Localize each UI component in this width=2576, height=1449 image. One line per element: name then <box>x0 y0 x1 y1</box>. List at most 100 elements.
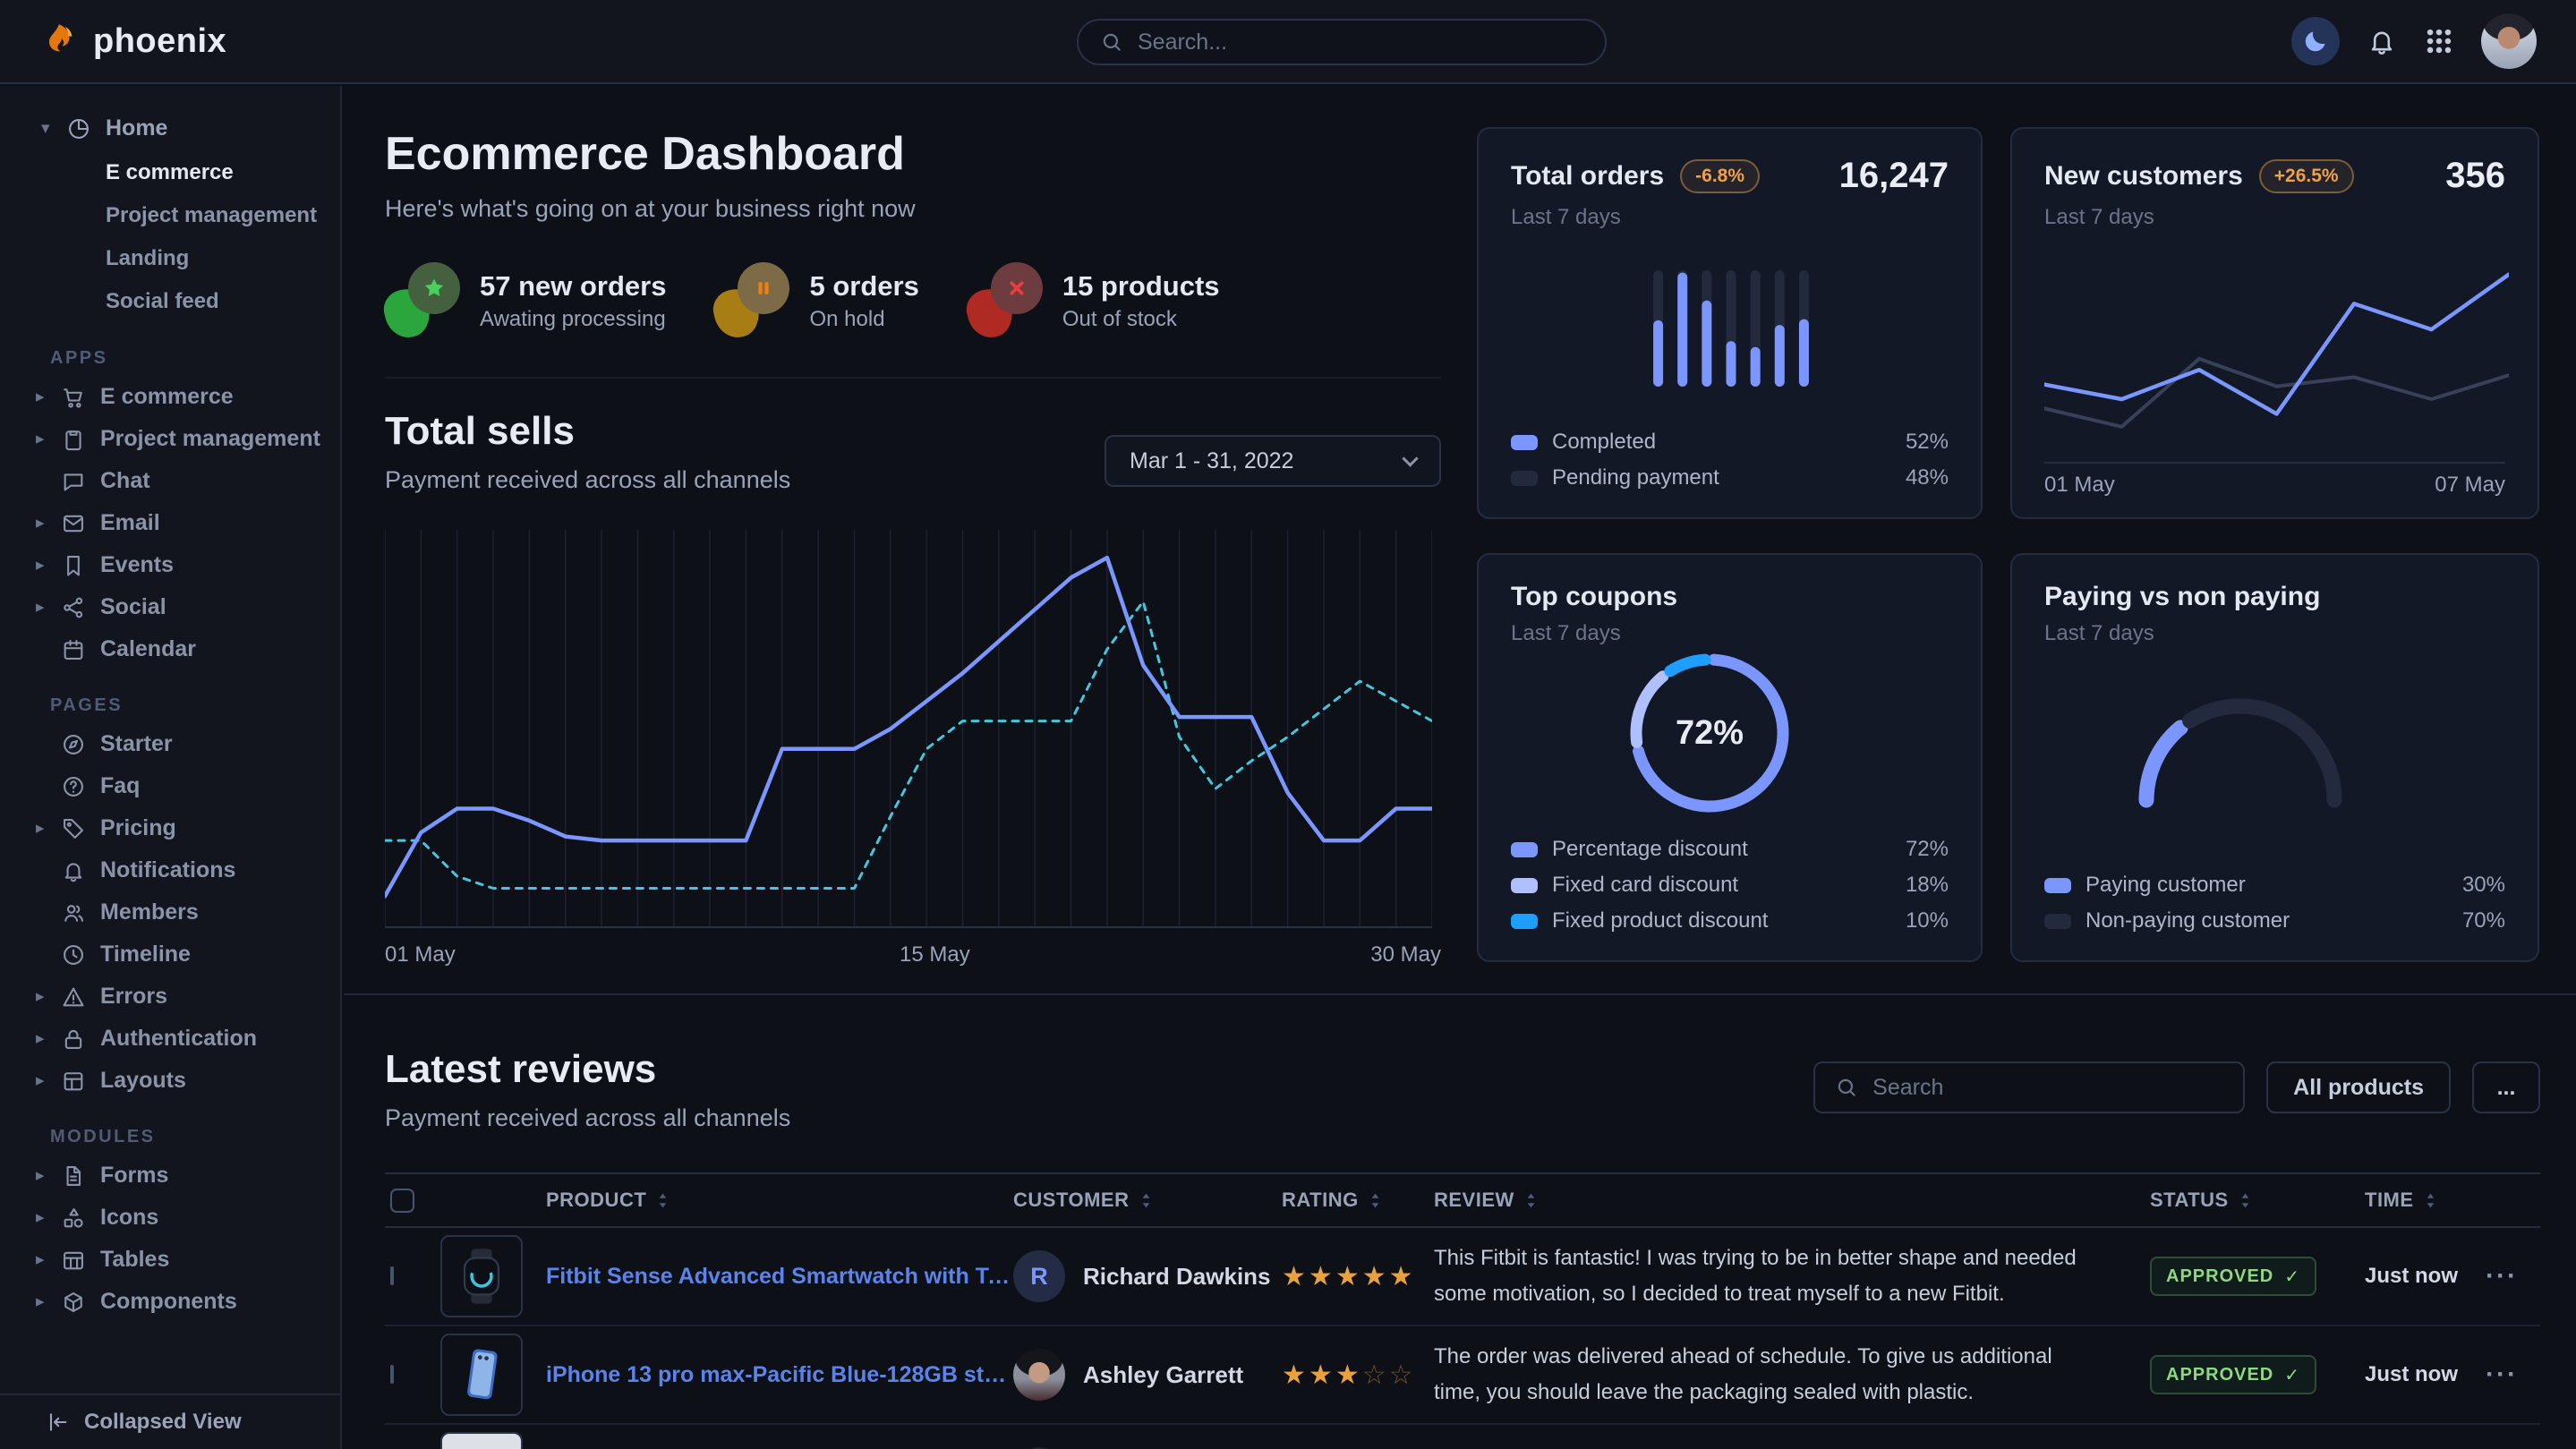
new-customers-x-axis: 01 May 07 May <box>2044 473 2505 498</box>
review-time: Just now <box>2365 1362 2472 1387</box>
sidebar-item-home[interactable]: ▾ Home <box>0 107 340 149</box>
stat-value: 15 products <box>1062 270 1220 303</box>
sort-icon[interactable] <box>657 1191 669 1210</box>
sidebar-item-pricing[interactable]: ▸Pricing <box>0 807 340 849</box>
sidebar-item-chat[interactable]: ▸Chat <box>0 460 340 502</box>
sort-icon[interactable] <box>1525 1191 1537 1210</box>
row-menu-button[interactable]: ··· <box>2472 1261 2531 1291</box>
sidebar-item-label: Authentication <box>100 1026 257 1052</box>
collapsed-view-toggle[interactable]: Collapsed View <box>0 1394 340 1449</box>
stat-value: 57 new orders <box>480 270 666 303</box>
sidebar-item-e-commerce[interactable]: ▸E commerce <box>0 376 340 418</box>
card-title: Paying vs non paying <box>2044 582 2320 612</box>
reviews-search-input[interactable] <box>1872 1075 2223 1101</box>
sidebar-item-label: Chat <box>100 468 150 494</box>
sidebar-subitem-project-management[interactable]: Project management <box>106 194 340 237</box>
column-header-time[interactable]: TIME <box>2365 1189 2472 1212</box>
sidebar-item-notifications[interactable]: ▸Notifications <box>0 849 340 891</box>
brand-logo-link[interactable]: phoenix <box>39 21 226 62</box>
caret-right-icon: ▸ <box>36 597 61 618</box>
table-row: Fitbit Sense Advanced Smartwatch with To… <box>385 1228 2540 1326</box>
navbar-search[interactable] <box>1077 19 1607 65</box>
all-products-button[interactable]: All products <box>2266 1061 2451 1113</box>
shapes-icon <box>61 1206 86 1231</box>
warning-icon <box>61 984 86 1010</box>
notifications-button[interactable] <box>2367 26 2397 56</box>
bookmark-icon <box>61 553 86 578</box>
product-image-phone <box>450 1343 513 1406</box>
column-header-customer[interactable]: CUSTOMER <box>1013 1189 1282 1212</box>
stat-pause: 5 ordersOn hold <box>714 262 918 339</box>
row-checkbox[interactable] <box>390 1365 394 1384</box>
sidebar-section-label: PAGES <box>50 695 340 716</box>
select-all-checkbox[interactable] <box>390 1189 414 1213</box>
coupons-legend: Percentage discount72%Fixed card discoun… <box>1511 831 1949 939</box>
sidebar-item-components[interactable]: ▸Components <box>0 1281 340 1323</box>
product-thumbnail <box>440 1334 523 1416</box>
column-header-rating[interactable]: RATING <box>1282 1189 1434 1212</box>
sort-icon[interactable] <box>2239 1191 2251 1210</box>
sidebar-item-label: Forms <box>100 1163 168 1189</box>
date-range-select[interactable]: Mar 1 - 31, 2022 <box>1105 435 1441 487</box>
sidebar-item-errors[interactable]: ▸Errors <box>0 976 340 1018</box>
navbar-search-input[interactable] <box>1138 30 1583 55</box>
compass-icon <box>61 732 86 757</box>
sidebar-home-submenu: E commerceProject managementLandingSocia… <box>0 151 340 323</box>
product-thumbnail <box>440 1432 523 1449</box>
total-orders-card: Total orders -6.8% 16,247 Last 7 days Co… <box>1477 127 1983 519</box>
product-thumbnail <box>440 1235 523 1317</box>
stat-circle <box>991 262 1043 314</box>
legend-swatch <box>1511 471 1538 486</box>
sidebar-item-tables[interactable]: ▸Tables <box>0 1239 340 1281</box>
layout-icon <box>61 1069 86 1094</box>
sidebar-subitem-e-commerce[interactable]: E commerce <box>106 151 340 194</box>
card-value: 16,247 <box>1839 156 1949 196</box>
dashboard-overview-section: Ecommerce Dashboard Here's what's going … <box>385 127 1441 978</box>
column-header-review[interactable]: REVIEW <box>1434 1189 2150 1212</box>
row-menu-button[interactable]: ··· <box>2472 1360 2531 1390</box>
product-link[interactable]: Fitbit Sense Advanced Smartwatch with To… <box>546 1264 1013 1290</box>
sidebar-item-layouts[interactable]: ▸Layouts <box>0 1060 340 1102</box>
sort-icon[interactable] <box>1369 1191 1381 1210</box>
sidebar-subitem-social-feed[interactable]: Social feed <box>106 280 340 323</box>
legend-swatch <box>1511 878 1538 893</box>
sidebar-subitem-landing[interactable]: Landing <box>106 237 340 280</box>
rating-stars: ★★★☆☆ <box>1282 1360 1434 1391</box>
sidebar-item-calendar[interactable]: ▸Calendar <box>0 628 340 670</box>
reviews-search[interactable] <box>1813 1061 2245 1113</box>
content-divider <box>344 993 2576 995</box>
sort-icon[interactable] <box>1140 1191 1152 1210</box>
sidebar-item-timeline[interactable]: ▸Timeline <box>0 933 340 976</box>
column-header-status[interactable]: STATUS <box>2150 1189 2365 1212</box>
customer-avatar-initial: R <box>1013 1250 1065 1302</box>
sidebar-item-icons[interactable]: ▸ Icons <box>0 1197 340 1239</box>
status-label: APPROVED <box>2166 1365 2273 1385</box>
product-link[interactable]: iPhone 13 pro max-Pacific Blue-128GB sto… <box>546 1362 1013 1388</box>
legend-label: Paying customer <box>2086 873 2246 898</box>
sidebar-item-email[interactable]: ▸Email <box>0 502 340 544</box>
sidebar-item-forms[interactable]: ▸Forms <box>0 1155 340 1197</box>
sidebar-item-authentication[interactable]: ▸Authentication <box>0 1018 340 1060</box>
sidebar-item-members[interactable]: ▸Members <box>0 891 340 933</box>
sidebar-item-label: Icons <box>100 1205 158 1231</box>
sort-icon[interactable] <box>2425 1191 2436 1210</box>
theme-toggle-button[interactable] <box>2291 17 2340 65</box>
column-header-product[interactable]: PRODUCT <box>440 1189 1013 1212</box>
sidebar-item-events[interactable]: ▸Events <box>0 544 340 586</box>
x-tick: 07 May <box>2435 473 2505 498</box>
reviews-controls: All products ... <box>1813 1061 2540 1113</box>
row-checkbox[interactable] <box>390 1266 394 1285</box>
sidebar-item-starter[interactable]: ▸Starter <box>0 723 340 765</box>
sidebar-sections: APPS▸E commerce▸Project management▸Chat▸… <box>0 348 340 1323</box>
total-sells-line-chart <box>385 530 1432 928</box>
sidebar-item-label: Layouts <box>100 1068 186 1094</box>
donut-center-label: 72% <box>1625 648 1795 818</box>
user-avatar[interactable] <box>2481 13 2537 69</box>
caret-right-icon: ▸ <box>36 1207 61 1228</box>
sidebar-item-project-management[interactable]: ▸Project management <box>0 418 340 460</box>
sidebar-item-faq[interactable]: ▸Faq <box>0 765 340 807</box>
apps-grid-button[interactable] <box>2424 26 2454 56</box>
more-options-button[interactable]: ... <box>2472 1061 2540 1113</box>
review-text: This Fitbit is fantastic! I was trying t… <box>1434 1240 2150 1312</box>
sidebar-item-social[interactable]: ▸Social <box>0 586 340 628</box>
